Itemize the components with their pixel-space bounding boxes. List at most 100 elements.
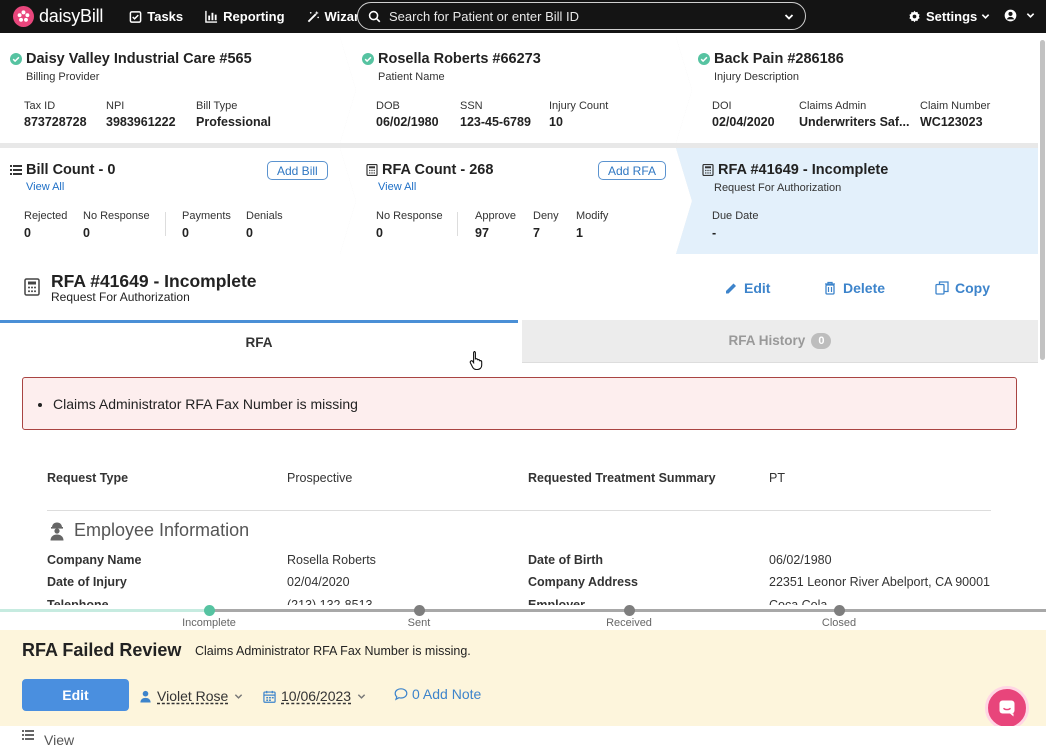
- calculator-icon: [24, 278, 40, 296]
- company-name-value: Rosella Roberts: [287, 553, 376, 567]
- check-circle-icon: [362, 53, 374, 65]
- claim-number-label: Claim Number: [920, 100, 991, 112]
- treatment-summary-value: PT: [769, 471, 785, 485]
- provider-card[interactable]: Daisy Valley Industrial Care #565 Billin…: [0, 37, 356, 143]
- deny-value: 7: [533, 226, 540, 240]
- calendar-icon: [263, 690, 276, 703]
- rfa-tabs: RFA RFA History 0: [0, 320, 1038, 363]
- date-of-birth-value: 06/02/1980: [769, 553, 832, 567]
- injury-card[interactable]: Back Pain #286186 Injury Description DOI…: [676, 37, 1038, 143]
- dob-value: 06/02/1980: [376, 115, 439, 129]
- due-date-picker[interactable]: 10/06/2023: [263, 688, 366, 704]
- claim-number-value: WC123023: [920, 115, 983, 129]
- logo-text: daisyBill: [39, 6, 104, 26]
- summary-cards: Daisy Valley Industrial Care #565 Billin…: [0, 37, 1038, 254]
- tax-id-value: 873728728: [24, 115, 87, 129]
- rfa-no-response-value: 0: [376, 226, 383, 240]
- deny-label: Deny: [533, 210, 559, 222]
- tab-rfa-history-label: RFA History: [728, 333, 806, 348]
- view-all-bills-link[interactable]: View All: [26, 181, 64, 193]
- assignee-dropdown[interactable]: Violet Rose: [139, 688, 243, 704]
- view-completed-label: View Completed Tasks: [44, 732, 75, 748]
- rejected-value: 0: [24, 226, 31, 240]
- task-edit-button[interactable]: Edit: [22, 679, 129, 711]
- add-note-button[interactable]: 0 Add Note: [394, 686, 481, 702]
- step-sent-dot: [414, 605, 425, 616]
- provider-title: Daisy Valley Industrial Care #565: [10, 51, 252, 67]
- check-circle-icon: [10, 53, 22, 65]
- denials-label: Denials: [246, 210, 283, 222]
- npi-value: 3983961222: [106, 115, 176, 129]
- npi-label: NPI: [106, 100, 125, 112]
- chevron-down-icon[interactable]: [784, 12, 794, 22]
- tab-rfa[interactable]: RFA: [0, 320, 518, 363]
- current-rfa-subtitle: Request For Authorization: [714, 182, 842, 194]
- comment-icon: [394, 688, 408, 701]
- payments-value: 0: [182, 226, 189, 240]
- scrollbar[interactable]: [1040, 40, 1045, 360]
- current-rfa-card[interactable]: RFA #41649 - Incomplete Request For Auth…: [676, 148, 1038, 254]
- user-circle-icon: [1004, 9, 1017, 22]
- view-completed-tasks-link[interactable]: View Completed Tasks: [22, 729, 74, 748]
- delete-rfa-button[interactable]: Delete: [823, 280, 885, 296]
- view-completed-tasks[interactable]: View Completed Tasks: [0, 726, 1046, 748]
- logo[interactable]: daisyBill: [13, 6, 103, 27]
- step-received-dot: [624, 605, 635, 616]
- injury-count-value: 10: [549, 115, 563, 129]
- nav-settings[interactable]: Settings: [908, 9, 990, 24]
- copy-rfa-button[interactable]: Copy: [935, 280, 990, 296]
- chevron-down-icon: [235, 693, 243, 699]
- magic-wand-icon: [307, 10, 319, 23]
- request-type-label: Request Type: [47, 471, 129, 485]
- trash-icon: [825, 281, 835, 295]
- edit-rfa-button[interactable]: Edit: [724, 280, 770, 296]
- rfa-count-card[interactable]: RFA Count - 268 View All Add RFA No Resp…: [340, 148, 692, 254]
- rfa-status-progress: Incomplete Sent Received Closed: [0, 605, 1046, 630]
- company-name-label: Company Name: [47, 553, 142, 567]
- copy-label: Copy: [955, 280, 990, 296]
- date-of-birth-label: Date of Birth: [528, 553, 603, 567]
- patient-search[interactable]: [357, 2, 806, 30]
- add-bill-button[interactable]: Add Bill: [267, 161, 328, 180]
- patient-card[interactable]: Rosella Roberts #66273 Patient Name DOB …: [340, 37, 692, 143]
- denials-value: 0: [246, 226, 253, 240]
- request-type-value: Prospective: [287, 471, 353, 485]
- company-address-value: 22351 Leonor River Abelport, CA 90001: [769, 575, 990, 589]
- page-subtitle: Request For Authorization: [51, 290, 190, 304]
- bill-count-card[interactable]: Bill Count - 0 View All Add Bill Rejecte…: [0, 148, 356, 254]
- edit-label: Edit: [744, 280, 771, 296]
- validation-alert: Claims Administrator RFA Fax Number is m…: [22, 377, 1017, 430]
- nav-tasks-label: Tasks: [147, 9, 184, 24]
- chat-launcher-button[interactable]: [985, 686, 1029, 730]
- calculator-icon: [702, 164, 714, 176]
- due-date-label: Due Date: [712, 210, 759, 222]
- chevron-down-icon: [357, 693, 366, 699]
- chevron-down-icon: [1026, 13, 1035, 18]
- treatment-summary-label: Requested Treatment Summary: [528, 471, 716, 485]
- hand-pointer-cursor-icon: [469, 350, 483, 370]
- payments-label: Payments: [182, 210, 231, 222]
- claims-admin-value: Underwriters Saf...: [799, 115, 910, 129]
- injury-title: Back Pain #286186: [698, 51, 844, 67]
- step-sent-label: Sent: [407, 617, 431, 629]
- nav-user-menu[interactable]: [1004, 9, 1035, 22]
- check-circle-icon: [698, 53, 710, 65]
- rfa-header: RFA #41649 - Incomplete Request For Auth…: [0, 254, 1038, 320]
- chat-icon: [999, 700, 1015, 717]
- nav-reporting[interactable]: Reporting: [205, 9, 285, 24]
- search-input[interactable]: [389, 8, 779, 24]
- pencil-icon: [726, 283, 736, 294]
- approve-value: 97: [475, 226, 489, 240]
- rfa-count-title: RFA Count - 268: [366, 162, 493, 178]
- nav-tasks[interactable]: Tasks: [129, 9, 183, 24]
- step-closed-label: Closed: [821, 617, 857, 629]
- ssn-value: 123-45-6789: [460, 115, 531, 129]
- tab-rfa-history[interactable]: RFA History 0: [522, 320, 1038, 363]
- gear-icon: [909, 10, 920, 23]
- company-address-label: Company Address: [528, 575, 638, 589]
- provider-title-text: Daisy Valley Industrial Care #565: [26, 51, 252, 67]
- bill-type-label: Bill Type: [196, 100, 238, 112]
- add-rfa-button[interactable]: Add RFA: [598, 161, 667, 180]
- view-all-rfas-link[interactable]: View All: [378, 181, 416, 193]
- task-message: Claims Administrator RFA Fax Number is m…: [195, 644, 471, 658]
